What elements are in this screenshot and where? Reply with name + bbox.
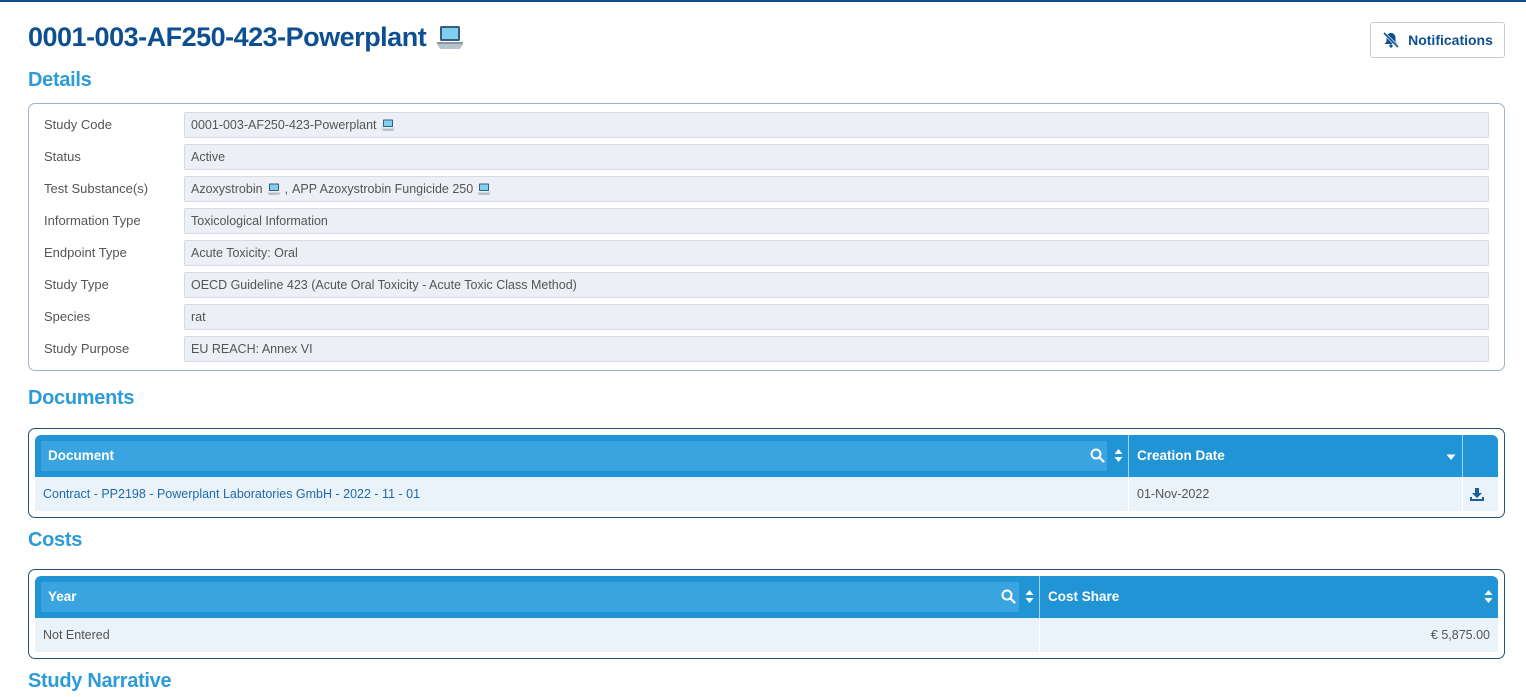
column-header-cost-share[interactable]: Cost Share — [1040, 576, 1500, 618]
details-heading: Details — [28, 69, 92, 91]
sort-descending-icon[interactable] — [1446, 454, 1456, 461]
documents-table: Document Creation Date Contract - PP2198… — [28, 428, 1505, 518]
substance-separator: , — [284, 182, 289, 196]
creation-date-cell: 01-Nov-2022 — [1137, 487, 1210, 501]
column-header-creation-date[interactable]: Creation Date — [1129, 435, 1462, 477]
detail-row-study-purpose: Study Purpose EU REACH: Annex VI — [29, 336, 1504, 362]
page-title: 0001-003-AF250-423-Powerplant — [28, 22, 464, 53]
search-icon[interactable] — [1090, 448, 1105, 463]
documents-table-header: Document Creation Date — [35, 435, 1498, 477]
table-row: Not Entered € 5,875.00 — [35, 618, 1498, 652]
detail-label: Study Code — [44, 117, 112, 132]
detail-row-test-substances: Test Substance(s) Azoxystrobin , APP Azo… — [29, 176, 1504, 202]
cell-divider — [1128, 477, 1129, 511]
detail-row-study-type: Study Type OECD Guideline 423 (Acute Ora… — [29, 272, 1504, 298]
details-panel: Study Code 0001-003-AF250-423-Powerplant… — [28, 103, 1505, 371]
table-row: Contract - PP2198 - Powerplant Laborator… — [35, 477, 1498, 511]
laptop-icon — [267, 183, 281, 196]
detail-label: Status — [44, 149, 81, 164]
column-label: Creation Date — [1137, 448, 1225, 463]
species-field: rat — [184, 304, 1489, 330]
cost-share-cell: € 5,875.00 — [1430, 628, 1490, 642]
notifications-label: Notifications — [1408, 32, 1493, 48]
laptop-icon — [381, 119, 395, 132]
study-code-field: 0001-003-AF250-423-Powerplant — [184, 112, 1489, 138]
status-field: Active — [184, 144, 1489, 170]
column-header-document[interactable]: Document — [35, 435, 1128, 477]
sort-icon[interactable] — [1025, 589, 1034, 604]
column-label: Cost Share — [1048, 589, 1120, 604]
costs-table-header: Year Cost Share — [35, 576, 1498, 618]
detail-label: Species — [44, 309, 91, 324]
detail-row-information-type: Information Type Toxicological Informati… — [29, 208, 1504, 234]
laptop-icon — [477, 183, 491, 196]
information-type-field: Toxicological Information — [184, 208, 1489, 234]
column-header-year[interactable]: Year — [35, 576, 1039, 618]
test-substances-field: Azoxystrobin , APP Azoxystrobin Fungicid… — [184, 176, 1489, 202]
detail-row-study-code: Study Code 0001-003-AF250-423-Powerplant — [29, 112, 1504, 138]
column-header-actions — [1463, 435, 1500, 477]
detail-row-species: Species rat — [29, 304, 1504, 330]
detail-label: Test Substance(s) — [44, 181, 149, 196]
laptop-icon — [436, 25, 464, 51]
detail-label: Study Purpose — [44, 341, 130, 356]
column-label: Document — [48, 448, 115, 463]
column-filter-box — [41, 441, 1107, 471]
bell-slash-icon — [1382, 32, 1400, 48]
search-icon[interactable] — [1001, 589, 1016, 604]
column-label: Year — [48, 589, 77, 604]
detail-row-endpoint-type: Endpoint Type Acute Toxicity: Oral — [29, 240, 1504, 266]
download-icon[interactable] — [1469, 477, 1489, 511]
costs-heading: Costs — [28, 529, 83, 551]
study-narrative-heading: Study Narrative — [28, 670, 172, 692]
top-accent-bar — [0, 0, 1526, 2]
costs-table: Year Cost Share Not Entered € 5,875.00 — [28, 569, 1505, 659]
endpoint-type-field: Acute Toxicity: Oral — [184, 240, 1489, 266]
documents-heading: Documents — [28, 387, 135, 409]
study-purpose-field: EU REACH: Annex VI — [184, 336, 1489, 362]
detail-value-text: 0001-003-AF250-423-Powerplant — [191, 118, 377, 132]
sort-icon[interactable] — [1114, 448, 1123, 463]
substance-name: Azoxystrobin — [191, 182, 263, 196]
detail-label: Study Type — [44, 277, 109, 292]
year-cell: Not Entered — [43, 628, 110, 642]
document-link[interactable]: Contract - PP2198 - Powerplant Laborator… — [43, 487, 420, 501]
document-cell: Contract - PP2198 - Powerplant Laborator… — [43, 477, 1123, 511]
sort-icon[interactable] — [1484, 589, 1493, 604]
page-title-text: 0001-003-AF250-423-Powerplant — [28, 22, 427, 52]
cell-divider — [1039, 618, 1040, 652]
cell-divider — [1462, 477, 1463, 511]
notifications-button[interactable]: Notifications — [1370, 22, 1505, 58]
detail-label: Information Type — [44, 213, 141, 228]
detail-row-status: Status Active — [29, 144, 1504, 170]
detail-label: Endpoint Type — [44, 245, 127, 260]
substance-name: APP Azoxystrobin Fungicide 250 — [292, 182, 474, 196]
study-type-field: OECD Guideline 423 (Acute Oral Toxicity … — [184, 272, 1489, 298]
column-filter-box — [41, 582, 1019, 612]
